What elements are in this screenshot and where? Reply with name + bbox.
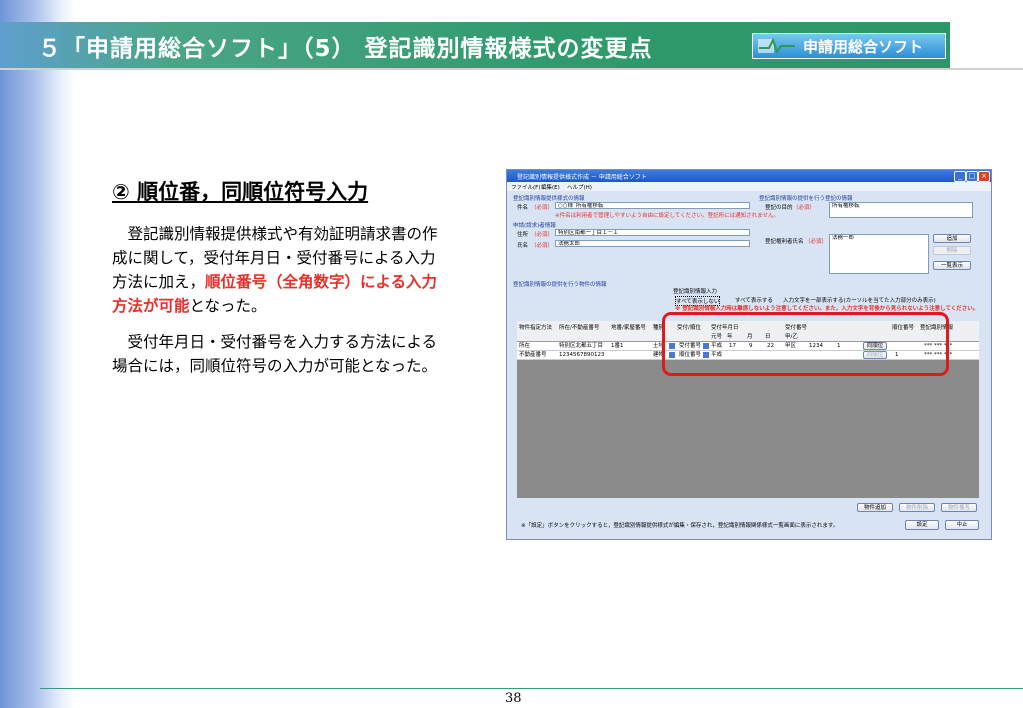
page-number: 38	[505, 691, 522, 706]
section-subheading: ② 順位番，同順位符号入力	[112, 180, 369, 204]
holder-input[interactable]: 法務一郎	[829, 234, 929, 274]
subject-input[interactable]: ○○様_所有権移転	[555, 202, 750, 209]
footer-divider	[40, 688, 1023, 689]
paragraph-2: 受付年月日・受付番号を入力する方法による場合には，同順位符号の入力が可能となった…	[112, 333, 438, 375]
add-property-button[interactable]: 物件追加	[857, 503, 893, 512]
menubar: ファイル(F) 編集(E) ヘルプ(H)	[507, 182, 991, 191]
col-location: 所在/不動産番号	[559, 325, 600, 331]
cell-location: 1234567890123	[559, 352, 605, 358]
paragraph-1: 登記識別情報提供様式や有効証明請求書の作成に関して，受付年月日・受付番号による入…	[112, 222, 447, 318]
purpose-label: 登記の目的	[765, 205, 793, 211]
cell-method: 所在	[519, 343, 531, 349]
set-button[interactable]: 設定	[905, 520, 939, 530]
header-divider	[0, 68, 1023, 70]
address-input[interactable]: 特別区南都一丁目１－１	[555, 229, 750, 236]
cell-location: 特別区北都五丁目	[559, 343, 604, 349]
paragraph-1-text-b: となった。	[189, 297, 267, 315]
name-input[interactable]: 法務太郎	[555, 240, 750, 247]
address-required: （必須）	[531, 232, 554, 238]
group-registration-label: 登記識別情報の提供を行う登記の情報	[759, 196, 853, 202]
subject-label: 件名	[517, 205, 529, 211]
close-icon[interactable]: ×	[978, 171, 990, 182]
cell-method: 不動産番号	[519, 352, 547, 358]
subject-required: （必須）	[531, 205, 554, 211]
address-label: 住所	[517, 232, 529, 238]
input-mode-label: 登記識別情報入力	[673, 289, 718, 295]
group-property-label: 登記識別情報の提供を行う物件の情報	[513, 282, 607, 288]
name-label: 氏名	[517, 243, 529, 249]
slide-title: ５「申請用総合ソフト」（5） 登記識別情報様式の変更点	[38, 36, 653, 62]
left-gradient-band	[0, 0, 75, 708]
minimize-icon[interactable]: _	[954, 171, 966, 182]
radio-partial-show[interactable]: 入力文字を一部表示する(カーソルを当てた入力部分のみ表示)	[783, 296, 936, 304]
window-titlebar: 登記識別情報提供様式作成 － 申請用総合ソフト _ □ ×	[507, 170, 991, 182]
maximize-icon[interactable]: □	[966, 171, 978, 182]
group-form-label: 登記識別情報提供様式の情報	[513, 196, 585, 202]
radio-show-all[interactable]: すべて表示する	[735, 296, 773, 304]
bottom-note: ※「設定」ボタンをクリックすると，登記識別情報提供様式が編集・保存され，登記識別…	[521, 523, 839, 529]
software-logo: 申請用総合ソフト	[752, 33, 946, 59]
list-view-button[interactable]: 一覧表示	[933, 261, 971, 270]
cell-lot: 1番1	[611, 343, 624, 349]
copy-property-button[interactable]: 物件複写	[941, 503, 977, 512]
menu-help[interactable]: ヘルプ(H)	[567, 183, 592, 191]
subject-note: ※件名は利用者で管理しやすいよう自由に設定してください。登記所には通知されません…	[555, 213, 779, 219]
delete-holder-button[interactable]: 削除	[933, 246, 971, 255]
highlight-frame	[662, 312, 949, 376]
purpose-input[interactable]: 所有権移転	[829, 202, 973, 218]
holder-label: 登記権利者氏名	[765, 239, 804, 245]
col-lot: 地番/家屋番号	[611, 325, 646, 331]
purpose-required: （必須）	[793, 205, 816, 211]
logo-wave-icon	[758, 37, 795, 55]
menu-edit[interactable]: 編集(E)	[541, 183, 560, 191]
col-method: 物件指定方法	[519, 325, 553, 331]
holder-required: （必須）	[805, 239, 828, 245]
cancel-button[interactable]: 中止	[945, 520, 979, 530]
group-applicant-label: 申請(請求)者情報	[513, 223, 556, 229]
logo-text: 申請用総合ソフト	[803, 38, 924, 56]
add-holder-button[interactable]: 追加	[933, 234, 971, 243]
window-title: 登記識別情報提供様式作成 － 申請用総合ソフト	[517, 174, 647, 181]
delete-property-button[interactable]: 物件削除	[899, 503, 935, 512]
input-warning: ※ 登記識別情報入力時は離席しないよう注意してください。また，入力文字を背後から…	[675, 306, 979, 312]
menu-file[interactable]: ファイル(F)	[511, 183, 540, 191]
name-required: （必須）	[531, 243, 554, 249]
